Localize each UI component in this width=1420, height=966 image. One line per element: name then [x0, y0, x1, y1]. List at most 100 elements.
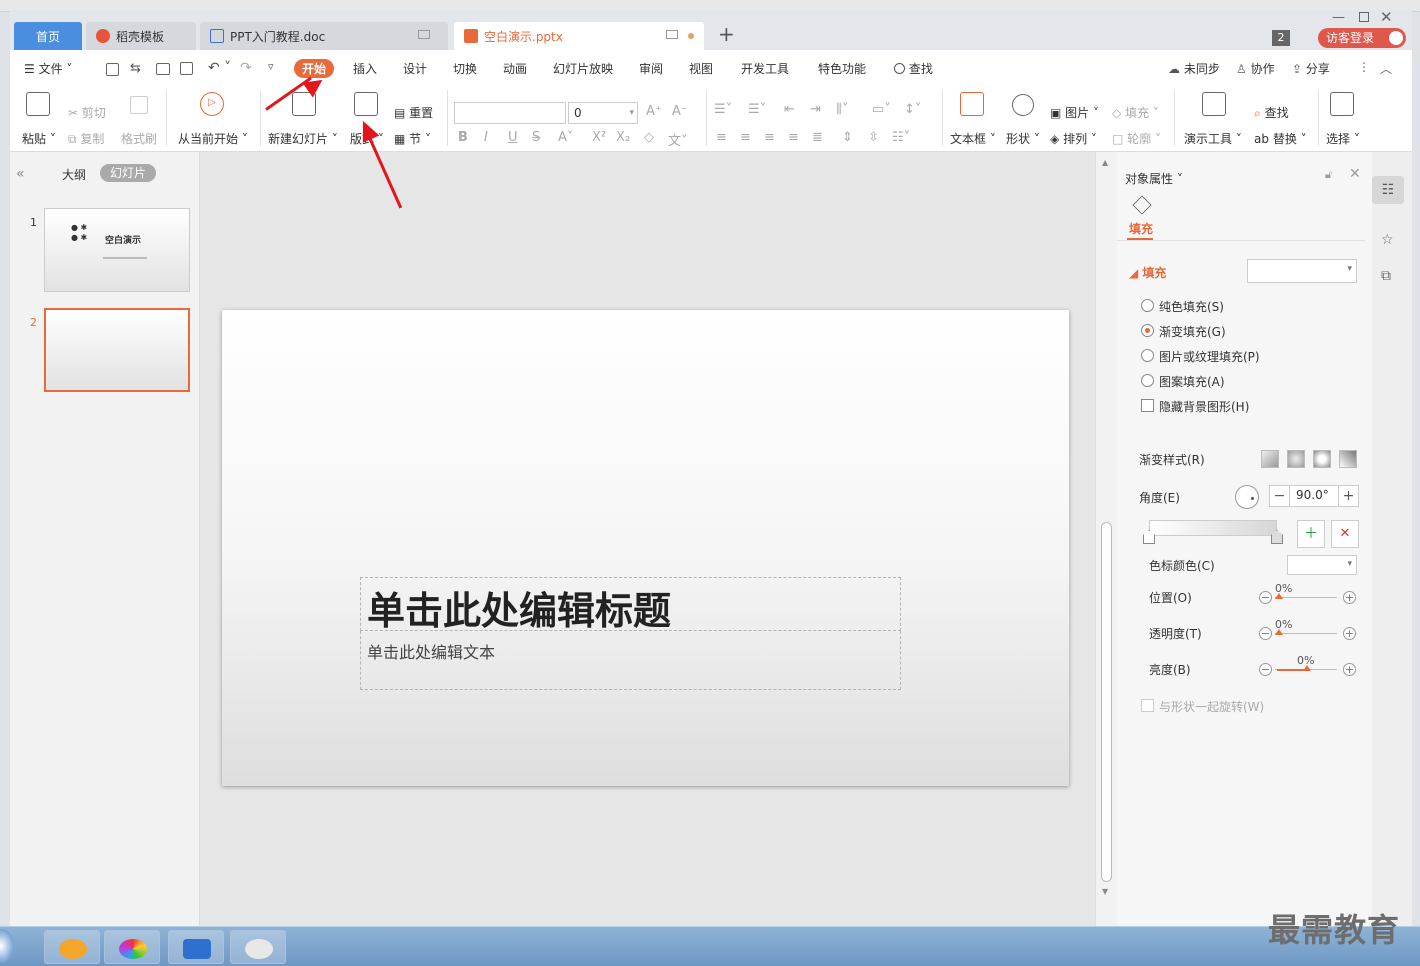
- monitor-icon[interactable]: [666, 30, 678, 39]
- paste-button[interactable]: 粘贴 ˅: [22, 130, 56, 147]
- play-from-current-button[interactable]: 从当前开始 ˅: [178, 130, 248, 147]
- scroll-up-icon[interactable]: ▲: [1102, 158, 1108, 167]
- angle-value[interactable]: 90.0°: [1296, 488, 1329, 502]
- transparency-slider-track[interactable]: [1275, 633, 1337, 634]
- radio-pattern-fill[interactable]: [1141, 374, 1154, 387]
- textbox-button[interactable]: 文本框 ˅: [950, 130, 996, 147]
- new-slide-button[interactable]: 新建幻灯片 ˅: [268, 130, 338, 147]
- bold-icon[interactable]: B: [458, 130, 468, 145]
- increase-font-icon[interactable]: A⁺: [646, 104, 662, 119]
- reset-button[interactable]: ▤ 重置: [394, 104, 433, 121]
- panel-title[interactable]: 对象属性 ˅: [1125, 170, 1183, 187]
- angle-dial[interactable]: [1235, 485, 1259, 509]
- presentation-tools-button[interactable]: 演示工具 ˅: [1184, 130, 1242, 147]
- tab-design[interactable]: 设计: [403, 60, 427, 77]
- print-preview-icon[interactable]: [180, 62, 193, 75]
- angle-stepper[interactable]: − 90.0° +: [1269, 485, 1359, 507]
- guest-login-button[interactable]: 访客登录: [1318, 28, 1406, 48]
- undo-icon[interactable]: ↶ ˅: [208, 60, 231, 76]
- taskbar-wps[interactable]: [168, 930, 224, 964]
- stop-color-select[interactable]: ▾: [1287, 555, 1357, 575]
- phonetic-icon[interactable]: 文˅: [668, 130, 688, 149]
- replace-button[interactable]: ab 替换 ˅: [1254, 130, 1307, 147]
- brightness-minus-icon[interactable]: −: [1259, 663, 1272, 676]
- fill-section-header[interactable]: ◢ 填充: [1129, 264, 1166, 281]
- tab-special-features[interactable]: 特色功能: [818, 60, 866, 77]
- line-spacing-icon[interactable]: ↕˅: [904, 102, 921, 117]
- outline-tab[interactable]: 大纲: [62, 166, 86, 183]
- transparency-slider-thumb[interactable]: [1275, 629, 1283, 635]
- tab-insert[interactable]: 插入: [353, 60, 377, 77]
- align-left-icon[interactable]: ≡: [716, 130, 727, 145]
- numbering-icon[interactable]: ☰˅: [748, 102, 766, 117]
- file-menu[interactable]: ☰ 文件 ˅: [24, 60, 72, 77]
- fill-bucket-icon[interactable]: [1132, 195, 1152, 215]
- tab-slideshow[interactable]: 幻灯片放映: [553, 60, 613, 77]
- more-icon[interactable]: ⋮: [1358, 60, 1370, 74]
- gradient-radial-swatch[interactable]: [1287, 450, 1305, 468]
- taskbar-app-4[interactable]: [230, 930, 286, 964]
- start-button[interactable]: [0, 929, 14, 963]
- export-icon[interactable]: ⇆: [130, 61, 141, 76]
- play-icon[interactable]: ▷: [200, 92, 224, 116]
- scrollbar-thumb[interactable]: [1101, 522, 1112, 882]
- font-family-select[interactable]: [454, 102, 566, 124]
- transparency-minus-icon[interactable]: −: [1259, 627, 1272, 640]
- add-stop-icon[interactable]: ＋: [1297, 520, 1325, 548]
- cut-button[interactable]: ✂ 剪切: [68, 104, 106, 121]
- slide-thumbnail-1[interactable]: ● ✱ ● ✱ 空白演示: [44, 208, 190, 292]
- radio-gradient-fill[interactable]: [1141, 324, 1154, 337]
- distribute-icon[interactable]: ≣: [812, 130, 823, 145]
- vertical-scrollbar[interactable]: ▲ ▼: [1095, 152, 1117, 926]
- format-painter-icon[interactable]: [130, 96, 148, 114]
- font-color-icon[interactable]: A˅: [558, 130, 573, 145]
- option-pattern-fill[interactable]: 图案填充(A): [1159, 373, 1225, 390]
- decrease-font-icon[interactable]: A⁻: [672, 104, 688, 119]
- remove-stop-icon[interactable]: ✕: [1331, 520, 1359, 548]
- taskbar-app-2[interactable]: [104, 930, 160, 964]
- align-right-icon[interactable]: ≡: [764, 130, 775, 145]
- tab-developer[interactable]: 开发工具: [741, 60, 789, 77]
- tab-review[interactable]: 审阅: [639, 60, 663, 77]
- subscript-icon[interactable]: X₂: [616, 130, 630, 145]
- decrease-indent-icon[interactable]: ⇤: [784, 102, 795, 117]
- pin-icon[interactable]: 🔓︎: [1325, 168, 1332, 182]
- rotate-with-shape-checkbox[interactable]: [1141, 699, 1154, 712]
- taskbar-app-1[interactable]: [44, 930, 100, 964]
- save-icon[interactable]: [106, 63, 119, 76]
- arrange-button[interactable]: ◈ 排列 ˅: [1050, 130, 1097, 147]
- collaborate-button[interactable]: ♙ 协作: [1236, 60, 1275, 77]
- properties-icon[interactable]: ☷: [1372, 176, 1404, 204]
- gradient-bar[interactable]: [1149, 520, 1277, 536]
- plus-icon[interactable]: +: [1338, 486, 1358, 506]
- redo-icon[interactable]: ↷: [240, 60, 252, 76]
- new-tab-plus-icon[interactable]: +: [718, 22, 735, 46]
- italic-icon[interactable]: I: [484, 130, 488, 145]
- window-count-badge[interactable]: 2: [1272, 30, 1290, 46]
- tab-home[interactable]: 首页: [14, 22, 82, 50]
- position-plus-icon[interactable]: +: [1343, 591, 1356, 604]
- radio-picture-fill[interactable]: [1141, 349, 1154, 362]
- shape-button[interactable]: 形状 ˅: [1006, 130, 1040, 147]
- option-solid-fill[interactable]: 纯色填充(S): [1159, 298, 1224, 315]
- radio-solid-fill[interactable]: [1141, 299, 1154, 312]
- increase-indent-icon[interactable]: ⇥: [810, 102, 821, 117]
- slides-tab[interactable]: 幻灯片: [100, 164, 156, 182]
- align-center-icon[interactable]: ≡: [740, 130, 751, 145]
- gradient-rect-swatch[interactable]: [1313, 450, 1331, 468]
- subtitle-placeholder[interactable]: 单击此处编辑文本: [360, 631, 901, 690]
- tab-word-doc[interactable]: PPT入门教程.doc: [200, 22, 448, 50]
- smart-art-icon[interactable]: ☷˅: [892, 130, 910, 145]
- collapse-ribbon-icon[interactable]: ︿: [1380, 60, 1392, 77]
- slide-thumbnail-2[interactable]: [44, 308, 190, 392]
- maximize-icon[interactable]: [1359, 12, 1369, 22]
- vertical-align-icon[interactable]: ⇳: [868, 130, 879, 145]
- font-size-select[interactable]: 0 ▾: [568, 102, 638, 124]
- title-placeholder[interactable]: 单击此处编辑标题: [360, 577, 901, 633]
- animation-icon[interactable]: ☆: [1381, 232, 1394, 248]
- shape-icon[interactable]: [1012, 94, 1034, 116]
- print-icon[interactable]: [156, 63, 170, 75]
- position-slider-thumb[interactable]: [1275, 593, 1283, 599]
- minimize-icon[interactable]: —: [1332, 10, 1345, 25]
- find-button[interactable]: ⌕ 查找: [1254, 104, 1289, 121]
